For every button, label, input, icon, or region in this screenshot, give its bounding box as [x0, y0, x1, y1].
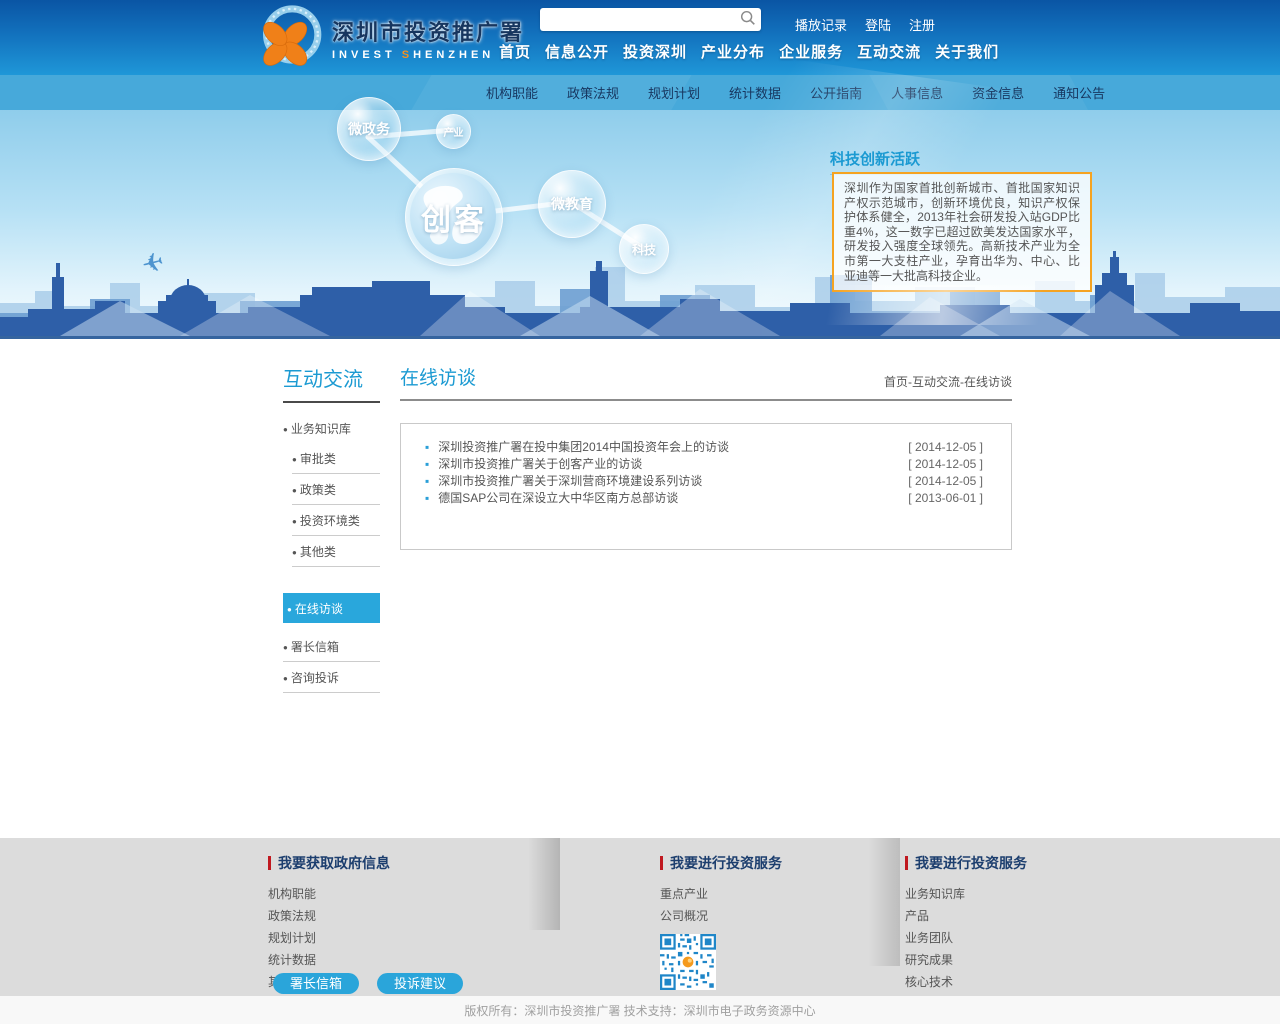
interview-date: [ 2013-06-01 ] [908, 490, 983, 507]
sidebar-item-director-mailbox[interactable]: 署长信箱 [283, 631, 380, 662]
hero-banner: ✈ 微政务 产业 创客 微教育 科技 科技创新活跃 深圳作为国家 [0, 110, 1280, 339]
interview-link[interactable]: 德国SAP公司在深设立大中华区南方总部访谈 [425, 490, 678, 507]
bubble-micro-education: 微教育 [538, 170, 606, 238]
red-bar-icon [905, 856, 908, 870]
footer-link-org-duties[interactable]: 机构职能 [268, 885, 390, 902]
interview-link[interactable]: 深圳投资推广署在投中集团2014中国投资年会上的访谈 [425, 439, 729, 456]
footer-fold-shadow [868, 838, 900, 966]
site-subtitle: INVESTSHENZHEN [332, 49, 524, 61]
footer-links: 重点产业 公司概况 [660, 885, 782, 924]
interview-link[interactable]: 深圳市投资推广署关于创客产业的访谈 [425, 456, 642, 473]
search-button[interactable] [737, 9, 759, 30]
hero-panel-text: 深圳作为国家首批创新城市、首批国家知识产权示范城市，创新环境优良，知识产权保护体… [832, 172, 1092, 292]
sidebar-item-knowledge-base[interactable]: 业务知识库 [283, 413, 380, 443]
content-header: 在线访谈 首页-互动交流-在线访谈 [400, 363, 1012, 401]
sidebar-item-investment-env[interactable]: 投资环境类 [292, 505, 380, 536]
footer-buttons: 署长信箱 投诉建议 [273, 973, 463, 994]
footer-heading: 我要获取政府信息 [268, 853, 390, 873]
search-input[interactable] [546, 8, 735, 33]
footer-heading: 我要进行投资服务 [905, 853, 1027, 873]
footer-heading: 我要进行投资服务 [660, 853, 782, 873]
footer-link-key-industries[interactable]: 重点产业 [660, 885, 782, 902]
nav-interaction[interactable]: 互动交流 [857, 41, 921, 62]
qr-code [660, 934, 716, 990]
sidebar-menu: 业务知识库 审批类 政策类 投资环境类 其他类 在线访谈 署长信箱 咨询投诉 [283, 413, 380, 693]
sidebar-item-approval[interactable]: 审批类 [292, 443, 380, 474]
footer-link-core-tech[interactable]: 核心技术 [905, 973, 1027, 990]
footer-link-company-profile[interactable]: 公司概况 [660, 907, 782, 924]
footer-link-business-team[interactable]: 业务团队 [905, 929, 1027, 946]
footer: 我要获取政府信息 机构职能 政策法规 规划计划 统计数据 其他 我要进行投资服务… [0, 838, 1280, 996]
logo-flower-icon [256, 3, 326, 73]
sidebar-item-online-interview[interactable]: 在线访谈 [283, 593, 380, 623]
nav-about-us[interactable]: 关于我们 [935, 41, 999, 62]
interview-row: 深圳投资推广署在投中集团2014中国投资年会上的访谈 [ 2014-12-05 … [425, 439, 983, 456]
footer-link-policies[interactable]: 政策法规 [268, 907, 390, 924]
reflection-decoration [800, 285, 1120, 325]
director-mailbox-button[interactable]: 署长信箱 [273, 973, 359, 994]
interview-row: 深圳市投资推广署关于创客产业的访谈 [ 2014-12-05 ] [425, 456, 983, 473]
page-title: 在线访谈 [400, 363, 476, 390]
interview-link[interactable]: 深圳市投资推广署关于深圳营商环境建设系列访谈 [425, 473, 702, 490]
interview-list: 深圳投资推广署在投中集团2014中国投资年会上的访谈 [ 2014-12-05 … [400, 423, 1012, 550]
breadcrumb[interactable]: 首页-互动交流-在线访谈 [884, 373, 1012, 390]
footer-column-invest-services-2: 我要进行投资服务 业务知识库 产品 业务团队 研究成果 核心技术 [905, 853, 1027, 995]
site-logo[interactable]: 深圳市投资推广署 INVESTSHENZHEN [256, 3, 524, 73]
complaint-suggestion-button[interactable]: 投诉建议 [377, 973, 463, 994]
copyright: 版权所有：深圳市投资推广署 技术支持：深圳市电子政务资源中心 [0, 996, 1280, 1024]
bubble-industry: 产业 [436, 114, 471, 149]
bubble-micro-gov: 微政务 [337, 97, 401, 161]
sidebar-item-others[interactable]: 其他类 [292, 536, 380, 567]
page: 深圳市投资推广署 INVESTSHENZHEN 播放记录 登陆 注册 首页 信息… [0, 0, 1280, 1024]
footer-link-research-results[interactable]: 研究成果 [905, 951, 1027, 968]
bubble-maker: 创客 [405, 168, 503, 266]
red-bar-icon [660, 856, 663, 870]
top-link-login[interactable]: 登陆 [865, 15, 891, 34]
top-link-register[interactable]: 注册 [909, 15, 935, 34]
hero-panel-title: 科技创新活跃 [830, 148, 1090, 175]
search-bar [540, 8, 761, 31]
footer-link-statistics[interactable]: 统计数据 [268, 951, 390, 968]
sidebar-item-policy[interactable]: 政策类 [292, 474, 380, 505]
sidebar-item-consult-complaint[interactable]: 咨询投诉 [283, 662, 380, 693]
interview-date: [ 2014-12-05 ] [908, 473, 983, 490]
top-link-play-history[interactable]: 播放记录 [795, 15, 847, 34]
footer-link-products[interactable]: 产品 [905, 907, 1027, 924]
top-links: 播放记录 登陆 注册 [795, 15, 935, 34]
interview-date: [ 2014-12-05 ] [908, 456, 983, 473]
footer-fold-shadow [528, 838, 560, 930]
logo-text: 深圳市投资推广署 INVESTSHENZHEN [332, 15, 524, 61]
footer-link-knowledge-base[interactable]: 业务知识库 [905, 885, 1027, 902]
bubble-technology: 科技 [619, 224, 669, 274]
interview-row: 德国SAP公司在深设立大中华区南方总部访谈 [ 2013-06-01 ] [425, 490, 983, 507]
interview-date: [ 2014-12-05 ] [908, 439, 983, 456]
nav-home[interactable]: 首页 [499, 41, 531, 62]
interview-row: 深圳市投资推广署关于深圳营商环境建设系列访谈 [ 2014-12-05 ] [425, 473, 983, 490]
search-icon [739, 9, 757, 27]
sidebar-title: 互动交流 [283, 363, 380, 403]
red-bar-icon [268, 856, 271, 870]
sidebar: 互动交流 业务知识库 审批类 政策类 投资环境类 其他类 在线访谈 署长信箱 咨… [283, 363, 380, 693]
site-title: 深圳市投资推广署 [332, 15, 524, 47]
content-area: 在线访谈 首页-互动交流-在线访谈 深圳投资推广署在投中集团2014中国投资年会… [400, 363, 1012, 550]
footer-link-planning[interactable]: 规划计划 [268, 929, 390, 946]
footer-column-invest-services-1: 我要进行投资服务 重点产业 公司概况 [660, 853, 782, 990]
footer-links: 业务知识库 产品 业务团队 研究成果 核心技术 [905, 885, 1027, 990]
